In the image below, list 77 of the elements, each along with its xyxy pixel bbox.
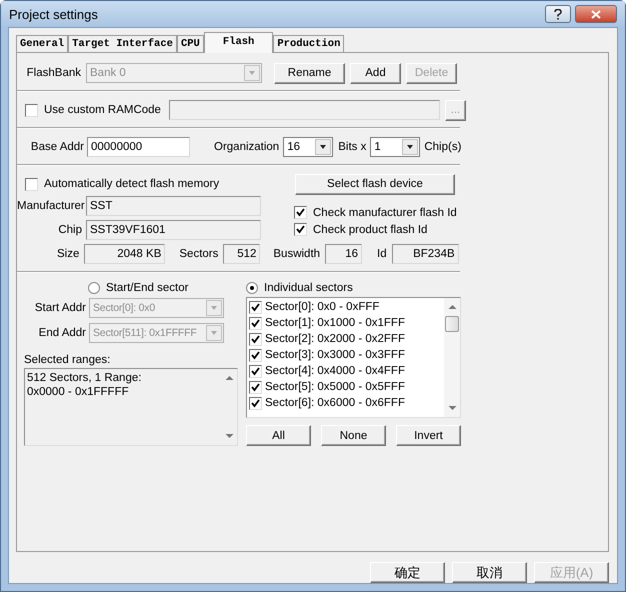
window-title: Project settings (9, 6, 99, 22)
radio-button[interactable] (246, 282, 258, 294)
checkbox[interactable] (249, 364, 262, 378)
checkbox-label: Check product flash Id (313, 224, 428, 236)
field-label: Id (377, 248, 387, 260)
checkbox-label: Use custom RAMCode (44, 104, 161, 116)
field-label: Sectors (179, 248, 218, 260)
field-label: Chip(s) (424, 141, 462, 153)
sector-select-button[interactable]: All (246, 425, 311, 446)
help-button[interactable] (545, 5, 571, 23)
sector-label[interactable]: Sector[1]: 0x1000 - 0x1FFF (265, 317, 405, 329)
dialog-button[interactable]: 确定 (370, 562, 445, 583)
tab[interactable]: General (16, 35, 68, 52)
stat-field: 512 (223, 244, 260, 264)
sector-list[interactable]: Sector[0]: 0x0 - 0xFFF Sector[1]: 0x1000 - 0x1FFF Sector[2]: 0x2000 - 0x2FFF Sector[3]: 0x3000 - 0x3FFF Sector[4]: 0x4000 - 0x4FFF Sector[5]: 0x5000 - 0x5FFF Sector[6]: 0x6000 - 0x6FFF (246, 297, 461, 418)
base-addr-field[interactable]: 00000000 (87, 137, 190, 157)
field-label: Bits x (338, 141, 366, 153)
stat-field: BF234B (392, 244, 459, 264)
scroll-down-icon[interactable] (448, 405, 456, 411)
field-label: Manufacturer (17, 200, 82, 212)
sector-select-button[interactable]: None (321, 425, 386, 446)
radio-label: Individual sectors (264, 282, 353, 294)
scroll-thumb[interactable] (445, 316, 459, 332)
checkbox[interactable] (249, 300, 262, 314)
field-label: FlashBank (26, 67, 81, 79)
stat-field: 2048 KB (84, 244, 166, 264)
close-button[interactable] (575, 5, 617, 23)
radio-button[interactable] (88, 282, 100, 294)
checkbox[interactable] (249, 332, 262, 346)
checkbox[interactable] (249, 396, 262, 410)
field-label: End Addr (38, 327, 86, 339)
checkbox[interactable] (294, 223, 307, 236)
field-label: Start Addr (34, 302, 86, 314)
checkbox[interactable] (249, 316, 262, 330)
sector-label[interactable]: Sector[0]: 0x0 - 0xFFF (265, 301, 380, 313)
ramcode-path-field[interactable] (168, 100, 440, 120)
tab[interactable]: Flash (204, 32, 274, 53)
chips-dropdown[interactable]: 1 (370, 137, 420, 157)
tab[interactable]: Target Interface (68, 35, 177, 52)
checkbox[interactable] (249, 348, 262, 362)
sector-label[interactable]: Sector[3]: 0x3000 - 0x3FFF (265, 349, 405, 361)
checkbox[interactable] (25, 178, 38, 190)
bank-button[interactable]: Add (350, 62, 401, 84)
field-label: Organization (214, 141, 280, 153)
bank-button[interactable]: Rename (274, 62, 345, 84)
sector-label[interactable]: Sector[4]: 0x4000 - 0x4FFF (265, 365, 405, 377)
checkbox-label: Check manufacturer flash Id (313, 206, 457, 218)
field-label: Buswidth (273, 248, 320, 260)
sector-label[interactable]: Sector[5]: 0x5000 - 0x5FFF (265, 381, 405, 393)
radio-label: Start/End sector (106, 282, 188, 294)
selected-ranges-box[interactable]: 512 Sectors, 1 Range: 0x0000 - 0x1FFFFF (24, 368, 238, 446)
select-flash-device-button[interactable]: Select flash device (295, 174, 455, 194)
bits-dropdown[interactable]: 16 (283, 137, 334, 157)
field-label: Chip (57, 224, 82, 236)
dialog-button[interactable]: 取消 (452, 562, 527, 583)
close-icon (591, 10, 601, 18)
help-icon (554, 8, 562, 20)
checkbox[interactable] (249, 380, 262, 394)
checkbox-label: Automatically detect flash memory (44, 178, 220, 190)
device-field: SST39VF1601 (86, 220, 261, 240)
sector-select-button[interactable]: Invert (396, 425, 461, 446)
stat-field: 16 (325, 244, 362, 264)
range-text: 0x0000 - 0x1FFFFF (27, 385, 130, 399)
checkbox[interactable] (294, 206, 307, 219)
scroll-up-icon[interactable] (224, 375, 234, 381)
tab[interactable]: CPU (176, 35, 204, 52)
field-label: Size (57, 248, 80, 260)
sector-label[interactable]: Sector[6]: 0x6000 - 0x6FFF (265, 397, 405, 409)
field-label: Base Addr (30, 141, 84, 153)
device-field: SST (86, 196, 261, 216)
scroll-up-icon[interactable] (448, 304, 456, 310)
tab[interactable]: Production (273, 35, 344, 52)
field-label: Selected ranges: (24, 354, 112, 366)
scroll-down-icon[interactable] (224, 433, 234, 439)
sector-label[interactable]: Sector[2]: 0x2000 - 0x2FFF (265, 333, 405, 345)
range-text: 512 Sectors, 1 Range: (27, 371, 142, 385)
checkbox[interactable] (25, 104, 38, 116)
